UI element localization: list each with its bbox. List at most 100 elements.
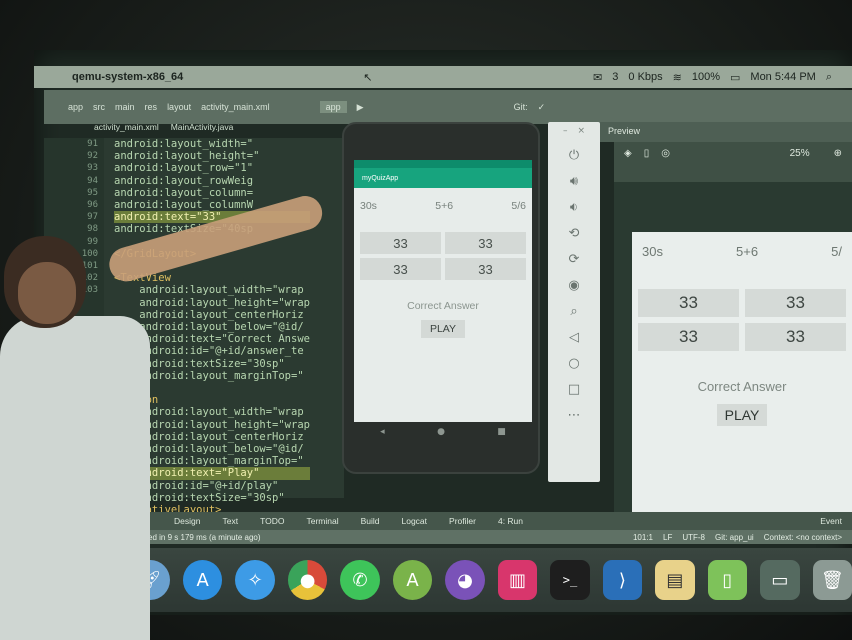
slides-icon[interactable]: ▥	[497, 560, 538, 600]
tab-main-activity[interactable]: MainActivity.java	[171, 122, 234, 138]
phone-answer-button[interactable]: 33	[360, 232, 441, 254]
projection-screen: qemu-system-x86_64 ↖ ✉ 3 0 Kbps ≋ 100% ▭…	[34, 50, 852, 615]
preview-question: 5+6	[736, 244, 759, 259]
volume-up-icon[interactable]: 🔊︎	[570, 174, 578, 189]
tab-run[interactable]: 4: Run	[498, 516, 523, 526]
cursor-position[interactable]: 101:1	[633, 533, 653, 542]
tab-terminal[interactable]: Terminal	[306, 516, 338, 526]
chrome-icon[interactable]: ●	[287, 560, 328, 600]
code-line[interactable]: android:layout_height="wrap	[114, 297, 310, 309]
tab-event-log[interactable]: Event	[820, 516, 842, 526]
rotate-left-icon[interactable]: ⟲	[569, 226, 580, 241]
overview-icon[interactable]: ■	[497, 427, 506, 437]
device-icon[interactable]: ▯	[644, 148, 650, 176]
tab-design[interactable]: Design	[174, 516, 200, 526]
breadcrumb-file[interactable]: activity_main.xml	[201, 102, 270, 112]
ide-breadcrumb-bar: app src main res layout activity_main.xm…	[44, 90, 852, 124]
phone-nav-bar: ◂ ● ■	[354, 424, 532, 440]
menubar-clock[interactable]: Mon 5:44 PM	[750, 71, 815, 83]
git-commit-icon[interactable]: ✓	[538, 102, 546, 113]
emu-minimize-icon[interactable]: –	[563, 126, 568, 136]
run-config-select[interactable]: app	[319, 101, 347, 113]
emulator-screen[interactable]: myQuizApp 30s 5+6 5/6 33 33 33 33 Correc…	[354, 160, 532, 422]
terminal-icon[interactable]: >_	[550, 560, 590, 600]
whatsapp-icon[interactable]: ✆	[340, 560, 380, 600]
tab-build[interactable]: Build	[361, 516, 380, 526]
vscode-icon[interactable]: ⟩	[602, 560, 643, 600]
phone-answer-button[interactable]: 33	[360, 258, 441, 280]
tab-logcat[interactable]: Logcat	[402, 516, 428, 526]
preview-icon[interactable]: ▤	[655, 560, 695, 600]
zoom-in-icon[interactable]: ⊕	[834, 148, 842, 176]
breadcrumb-src[interactable]: src	[93, 102, 105, 112]
wifi-icon[interactable]: ≋	[673, 71, 682, 84]
code-line[interactable]: android:layout_row="1"	[114, 162, 310, 174]
preview-play-button[interactable]: PLAY	[717, 404, 767, 426]
desktop-icon[interactable]: ▭	[760, 560, 800, 600]
code-line[interactable]: android:layout_rowWeig	[114, 175, 310, 187]
code-line[interactable]: android:layout_centerHoriz	[114, 309, 310, 321]
battery-icon[interactable]: ▭	[730, 71, 740, 84]
home-icon[interactable]: ●	[437, 427, 445, 437]
breadcrumb-layout[interactable]: layout	[167, 102, 191, 112]
zoom-level: 25%	[789, 148, 810, 159]
code-line[interactable]: android:layout_width="	[114, 138, 310, 150]
line-ending[interactable]: LF	[663, 533, 672, 542]
overview-icon[interactable]: □	[568, 382, 580, 397]
editor-tabs: activity_main.xml MainActivity.java	[44, 122, 344, 138]
breadcrumb-main[interactable]: main	[115, 102, 135, 112]
github-icon[interactable]: ◕	[445, 560, 485, 600]
back-icon[interactable]: ◁	[569, 330, 579, 345]
rotate-right-icon[interactable]: ⟳	[569, 252, 580, 267]
tab-profiler[interactable]: Profiler	[449, 516, 476, 526]
more-icon[interactable]: ⋯	[568, 408, 581, 423]
mail-icon[interactable]: ✉	[593, 71, 602, 84]
emulator-phone: myQuizApp 30s 5+6 5/6 33 33 33 33 Correc…	[342, 122, 540, 474]
home-icon[interactable]: ○	[568, 356, 579, 371]
cursor-icon: ↖	[363, 71, 373, 84]
volume-down-icon[interactable]: 🔉︎	[570, 200, 578, 215]
phone-status-bar	[354, 160, 532, 168]
phone-answer-button[interactable]: 33	[445, 258, 526, 280]
android-studio-icon[interactable]: A	[392, 560, 433, 600]
preview-answer[interactable]: 33	[638, 289, 739, 317]
preview-timer: 30s	[642, 244, 663, 259]
encoding[interactable]: UTF-8	[682, 533, 705, 542]
phone-play-button[interactable]: PLAY	[421, 320, 465, 338]
tab-text[interactable]: Text	[222, 516, 238, 526]
files-icon[interactable]: ▯	[707, 560, 748, 600]
safari-icon[interactable]: ✧	[235, 560, 275, 600]
power-icon[interactable]: ⏻	[569, 148, 579, 163]
line-number: 95	[87, 187, 98, 198]
preview-screen[interactable]: 30s 5+6 5/ 33 33 33 33 Correct Answer PL…	[632, 232, 852, 522]
preview-answer[interactable]: 33	[638, 323, 739, 351]
code-line[interactable]: android:layout_height="	[114, 150, 310, 162]
tab-activity-main[interactable]: activity_main.xml	[94, 122, 159, 138]
phone-answer-button[interactable]: 33	[445, 232, 526, 254]
layers-icon[interactable]: ◈	[624, 148, 632, 176]
phone-app-bar: myQuizApp	[354, 168, 532, 188]
trash-icon[interactable]: 🗑︎	[812, 560, 852, 600]
phone-app-title: myQuizApp	[362, 174, 399, 182]
back-icon[interactable]: ◂	[380, 427, 385, 437]
code-line[interactable]: android:layout_width="wrap	[114, 284, 310, 296]
run-icon[interactable]: ▶	[357, 102, 364, 113]
code-line[interactable]: android:layout_column=	[114, 187, 310, 199]
mac-menubar: qemu-system-x86_64 ↖ ✉ 3 0 Kbps ≋ 100% ▭…	[34, 66, 852, 88]
tab-todo[interactable]: TODO	[260, 516, 284, 526]
emu-close-icon[interactable]: ×	[577, 126, 585, 136]
breadcrumb-res[interactable]: res	[145, 102, 158, 112]
context[interactable]: Context: <no context>	[764, 533, 842, 542]
eye-icon[interactable]: ◎	[661, 148, 670, 176]
line-number: 92	[87, 151, 98, 162]
preview-answer[interactable]: 33	[745, 289, 846, 317]
camera-icon[interactable]: ◉	[568, 278, 579, 293]
preview-answer[interactable]: 33	[745, 323, 846, 351]
zoom-icon[interactable]: ⌕	[570, 304, 577, 319]
presenter-shirt	[0, 316, 150, 640]
appstore-icon[interactable]: A	[182, 560, 223, 600]
menubar-app-name[interactable]: qemu-system-x86_64	[72, 71, 183, 83]
search-icon[interactable]: ⌕	[826, 71, 832, 84]
git-branch[interactable]: Git: app_ui	[715, 533, 754, 542]
breadcrumb-app[interactable]: app	[68, 102, 83, 112]
